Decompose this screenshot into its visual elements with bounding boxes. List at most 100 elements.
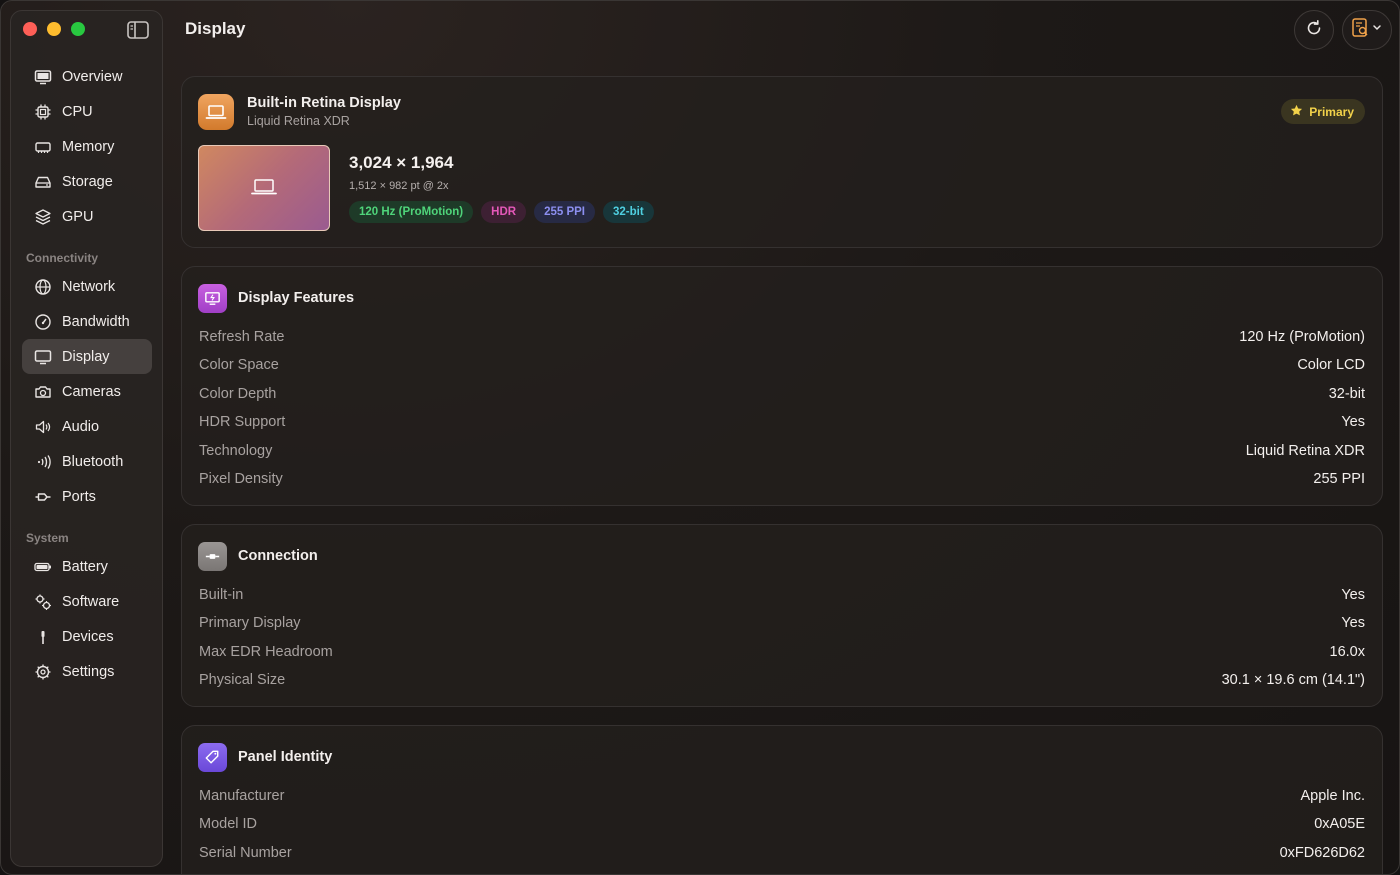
- globe-icon: [34, 278, 52, 296]
- sidebar-item-label: GPU: [62, 208, 94, 225]
- display-name: Built-in Retina Display: [247, 95, 401, 111]
- cpu-icon: [34, 103, 52, 121]
- sidebar-item-label: Cameras: [62, 383, 121, 400]
- sidebar-item-label: Bandwidth: [62, 313, 130, 330]
- sidebar-item-overview[interactable]: Overview: [22, 59, 152, 94]
- sidebar-item-bandwidth[interactable]: Bandwidth: [22, 304, 152, 339]
- info-row: Refresh Rate 120 Hz (ProMotion): [199, 326, 1365, 348]
- ports-icon: [34, 488, 52, 506]
- sidebar-item-label: Memory: [62, 138, 115, 155]
- sidebar-item-label: Storage: [62, 173, 113, 190]
- sidebar-item-bluetooth[interactable]: Bluetooth: [22, 444, 152, 479]
- info-row: Pixel Density 255 PPI: [199, 468, 1365, 490]
- card-title: Panel Identity: [238, 749, 333, 765]
- display-preview: [198, 145, 330, 231]
- minimize-window-button[interactable]: [47, 22, 61, 36]
- traffic-lights: [23, 22, 85, 36]
- row-key: Built-in: [199, 587, 244, 603]
- sidebar-item-cpu[interactable]: CPU: [22, 94, 152, 129]
- info-row: Model ID 0xA05E: [199, 813, 1365, 835]
- primary-badge: Primary: [1281, 99, 1365, 124]
- row-key: Manufacturer: [199, 788, 285, 804]
- report-menu-button[interactable]: [1342, 10, 1392, 50]
- sidebar-item-label: Bluetooth: [62, 453, 124, 470]
- sidebar-item-gpu[interactable]: GPU: [22, 199, 152, 234]
- connector-icon: [198, 542, 227, 571]
- refresh-button[interactable]: [1294, 10, 1334, 50]
- sidebar-toggle-icon[interactable]: [126, 20, 150, 40]
- sidebar-item-label: Battery: [62, 558, 108, 575]
- sidebar-item-memory[interactable]: Memory: [22, 129, 152, 164]
- info-row: Color Depth 32-bit: [199, 383, 1365, 405]
- sidebar-item-label: Software: [62, 593, 120, 610]
- tag-bit-depth: 32-bit: [602, 201, 654, 223]
- card-title: Display Features: [238, 290, 355, 306]
- star-icon: [1290, 104, 1303, 120]
- close-window-button[interactable]: [23, 22, 37, 36]
- info-row: Built-in Yes: [199, 584, 1365, 606]
- row-key: Serial Number: [199, 845, 292, 861]
- info-row: Manufacturer Apple Inc.: [199, 785, 1365, 807]
- battery-icon: [34, 558, 52, 576]
- sidebar-item-battery[interactable]: Battery: [22, 549, 152, 584]
- row-key: Primary Display: [199, 615, 301, 631]
- sidebar-item-network[interactable]: Network: [22, 269, 152, 304]
- sidebar-item-label: Ports: [62, 488, 96, 505]
- sidebar-item-audio[interactable]: Audio: [22, 409, 152, 444]
- sidebar-item-label: Settings: [62, 663, 115, 680]
- display-summary-card: Built-in Retina Display Liquid Retina XD…: [181, 76, 1383, 248]
- nav-group-main: Overview CPU Memory Storage GPU: [22, 59, 152, 234]
- display-icon: [34, 348, 52, 366]
- sidebar-item-software[interactable]: Software: [22, 584, 152, 619]
- info-row: Color Space Color LCD: [199, 354, 1365, 376]
- row-value: 255 PPI: [1313, 471, 1365, 487]
- row-key: HDR Support: [199, 414, 286, 430]
- camera-icon: [34, 383, 52, 401]
- row-key: Max EDR Headroom: [199, 644, 333, 660]
- row-key: Refresh Rate: [199, 329, 285, 345]
- sidebar-item-ports[interactable]: Ports: [22, 479, 152, 514]
- storage-icon: [34, 173, 52, 191]
- speaker-icon: [34, 418, 52, 436]
- display-subtitle: Liquid Retina XDR: [247, 114, 350, 128]
- info-row: Physical Size 30.1 × 19.6 cm (14.1"): [199, 669, 1365, 691]
- display-tags: 120 Hz (ProMotion) HDR 255 PPI 32-bit: [349, 201, 654, 223]
- sidebar-item-storage[interactable]: Storage: [22, 164, 152, 199]
- info-row: Primary Display Yes: [199, 612, 1365, 634]
- gauge-icon: [34, 313, 52, 331]
- app-window: Overview CPU Memory Storage GPU Connecti…: [0, 0, 1400, 875]
- panel-identity-card: Panel Identity Manufacturer Apple Inc. Mo…: [181, 725, 1383, 874]
- display-features-card: Display Features Refresh Rate 120 Hz (Pro…: [181, 266, 1383, 506]
- report-icon: [1350, 17, 1384, 44]
- tag-refresh: 120 Hz (ProMotion): [349, 201, 474, 223]
- sidebar-item-devices[interactable]: Devices: [22, 619, 152, 654]
- display-features-icon: [198, 284, 227, 313]
- nav-group-connectivity: Network Bandwidth Display Cameras Audio …: [22, 269, 152, 514]
- monitor-icon: [34, 68, 52, 86]
- sidebar-item-label: Overview: [62, 68, 123, 85]
- row-key: Pixel Density: [199, 471, 283, 487]
- gears-icon: [34, 593, 52, 611]
- sidebar-item-cameras[interactable]: Cameras: [22, 374, 152, 409]
- sidebar-item-settings[interactable]: Settings: [22, 654, 152, 689]
- row-value: 120 Hz (ProMotion): [1239, 329, 1365, 345]
- row-key: Physical Size: [199, 672, 286, 688]
- info-row: Serial Number 0xFD626D62: [199, 842, 1365, 864]
- sidebar: Overview CPU Memory Storage GPU Connecti…: [10, 10, 163, 867]
- tag-icon: [198, 743, 227, 772]
- sidebar-item-display[interactable]: Display: [22, 339, 152, 374]
- zoom-window-button[interactable]: [71, 22, 85, 36]
- sidebar-item-label: Display: [62, 348, 110, 365]
- row-key: Color Depth: [199, 386, 277, 402]
- info-row: HDR Support Yes: [199, 411, 1365, 433]
- row-value: Yes: [1341, 587, 1365, 603]
- page-title: Display: [185, 19, 246, 38]
- row-key: Technology: [199, 443, 273, 459]
- device-icon: [34, 628, 52, 646]
- laptop-icon: [249, 175, 279, 202]
- tag-hdr: HDR: [481, 201, 527, 223]
- row-key: Model ID: [199, 816, 258, 832]
- bluetooth-icon: [34, 453, 52, 471]
- resolution: 3,024 × 1,964: [349, 153, 454, 172]
- sidebar-item-label: Devices: [62, 628, 114, 645]
